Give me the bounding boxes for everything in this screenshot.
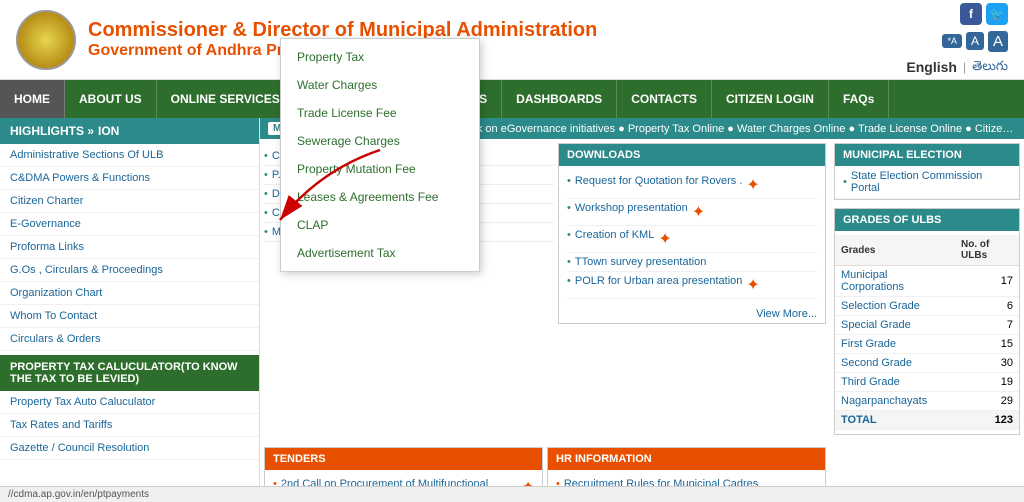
lang-english[interactable]: English [906,59,957,75]
sidebar-citizen-charter[interactable]: Citizen Charter [0,190,259,213]
nav-citizen-login[interactable]: CITIZEN LOGIN [712,80,829,118]
online-payments-dropdown: Property Tax Water Charges Trade License… [280,38,480,272]
sidebar-tax-auto-calc[interactable]: Property Tax Auto Caluculator [0,391,259,414]
grade-count-2: 7 [955,316,1019,335]
grade-name-1[interactable]: Selection Grade [835,297,955,316]
sidebar-gos-circulars[interactable]: G.Os , Circulars & Proceedings [0,259,259,282]
nav-dashboards[interactable]: DASHBOARDS [502,80,617,118]
dropdown-advertisement-tax[interactable]: Advertisement Tax [281,239,479,267]
downloads-content: Request for Quotation for Rovers . ✦ Wor… [559,166,825,305]
download-item-3[interactable]: TTown survey presentation [567,253,817,272]
dropdown-trade-license[interactable]: Trade License Fee [281,99,479,127]
dropdown-mutation-fee[interactable]: Property Mutation Fee [281,155,479,183]
dropdown-leases[interactable]: Leases & Agreements Fee [281,183,479,211]
grade-name-7[interactable]: TOTAL [835,411,955,430]
header-right: f 🐦 *A A A English | తెలుగు [906,3,1008,77]
new-badge-2: ✦ [658,229,671,249]
highlights-label: HIGHLIGHTS » [10,124,94,138]
grade-name-6[interactable]: Nagarpanchayats [835,392,955,411]
nav-about[interactable]: ABOUT US [65,80,157,118]
new-badge-0: ✦ [746,175,759,195]
hr-title: HR INFORMATION [548,448,825,470]
lang-divider: | [963,60,966,74]
nav-online-services[interactable]: ONLINE SERVICES [157,80,295,118]
municipal-election-title: MUNICIPAL ELECTION [835,144,1019,166]
grade-count-4: 30 [955,354,1019,373]
grades-col-header: Grades [835,235,955,266]
grade-count-6: 29 [955,392,1019,411]
dropdown-property-tax[interactable]: Property Tax [281,43,479,71]
language-selector: English | తెలుగు [906,58,1008,77]
downloads-section: DOWNLOADS Request for Quotation for Rove… [558,143,826,324]
grade-name-3[interactable]: First Grade [835,335,955,354]
downloads-view-more[interactable]: View More... [559,305,825,323]
sidebar-proforma-links[interactable]: Proforma Links [0,236,259,259]
header: Commissioner & Director of Municipal Adm… [0,0,1024,80]
dropdown-sewerage[interactable]: Sewerage Charges [281,127,479,155]
grade-count-1: 6 [955,297,1019,316]
lang-telugu[interactable]: తెలుగు [972,58,1008,77]
municipal-election-section: MUNICIPAL ELECTION State Election Commis… [834,143,1020,200]
nav-contacts[interactable]: CONTACTS [617,80,712,118]
sidebar-tax-rates[interactable]: Tax Rates and Tariffs [0,414,259,437]
download-item-0[interactable]: Request for Quotation for Rovers . ✦ [567,172,817,199]
twitter-icon[interactable]: 🐦 [986,3,1008,25]
sidebar-egovernance[interactable]: E-Governance [0,213,259,236]
no-ulbs-col-header: No. of ULBs [955,235,1019,266]
sidebar-whom-to-contact[interactable]: Whom To Contact [0,305,259,328]
grade-name-2[interactable]: Special Grade [835,316,955,335]
download-item-4[interactable]: POLR for Urban area presentation ✦ [567,272,817,299]
grade-count-0: 17 [955,266,1019,297]
grade-count-5: 19 [955,373,1019,392]
dropdown-clap[interactable]: CLAP [281,211,479,239]
sidebar-cdma-powers[interactable]: C&DMA Powers & Functions [0,167,259,190]
download-item-1[interactable]: Workshop presentation ✦ [567,199,817,226]
sidebar-org-chart[interactable]: Organization Chart [0,282,259,305]
sidebar-circulars-orders[interactable]: Circulars & Orders [0,328,259,351]
font-large-button[interactable]: A [988,31,1008,52]
navbar: HOME ABOUT US ONLINE SERVICES ONLINE PAY… [0,80,1024,118]
sidebar-gazette[interactable]: Gazette / Council Resolution [0,437,259,460]
grade-count-7: 123 [955,411,1019,430]
new-badge-1: ✦ [692,202,705,222]
ion-label: ION [98,124,119,138]
facebook-icon[interactable]: f [960,3,982,25]
font-medium-button[interactable]: A [966,32,984,50]
sidebar-admin-sections[interactable]: Administrative Sections Of ULB [0,144,259,167]
highlights-header: HIGHLIGHTS » ION [0,118,259,144]
tax-calculator-header: PROPERTY TAX CALUCULATOR(TO KNOW THE TAX… [0,355,259,391]
dropdown-water-charges[interactable]: Water Charges [281,71,479,99]
status-bar: //cdma.ap.gov.in/en/ptpayments [0,486,1024,502]
grades-title: GRADES OF ULBS [835,209,1019,231]
grades-section: GRADES OF ULBS Grades No. of ULBs Munici… [834,208,1020,435]
new-badge-4: ✦ [746,275,759,295]
grade-count-3: 15 [955,335,1019,354]
grade-name-0[interactable]: Municipal Corporations [835,266,955,297]
main-content: HIGHLIGHTS » ION Administrative Sections… [0,118,1024,502]
font-controls: *A A A [942,31,1008,52]
tenders-title: TENDERS [265,448,542,470]
download-item-2[interactable]: Creation of KML ✦ [567,226,817,253]
downloads-title: DOWNLOADS [559,144,825,166]
nav-faqs[interactable]: FAQs [829,80,889,118]
grade-name-4[interactable]: Second Grade [835,354,955,373]
status-url: //cdma.ap.gov.in/en/ptpayments [8,489,149,500]
right-panel: MUNICIPAL ELECTION State Election Commis… [830,143,1020,443]
grade-name-5[interactable]: Third Grade [835,373,955,392]
logo [16,10,76,70]
nav-home[interactable]: HOME [0,80,65,118]
sidebar: HIGHLIGHTS » ION Administrative Sections… [0,118,260,502]
social-icons: f 🐦 [960,3,1008,25]
font-small-button[interactable]: *A [942,34,962,48]
grades-table: Grades No. of ULBs Municipal Corporation… [835,235,1019,430]
election-portal-item[interactable]: State Election Commission Portal [835,166,1019,199]
